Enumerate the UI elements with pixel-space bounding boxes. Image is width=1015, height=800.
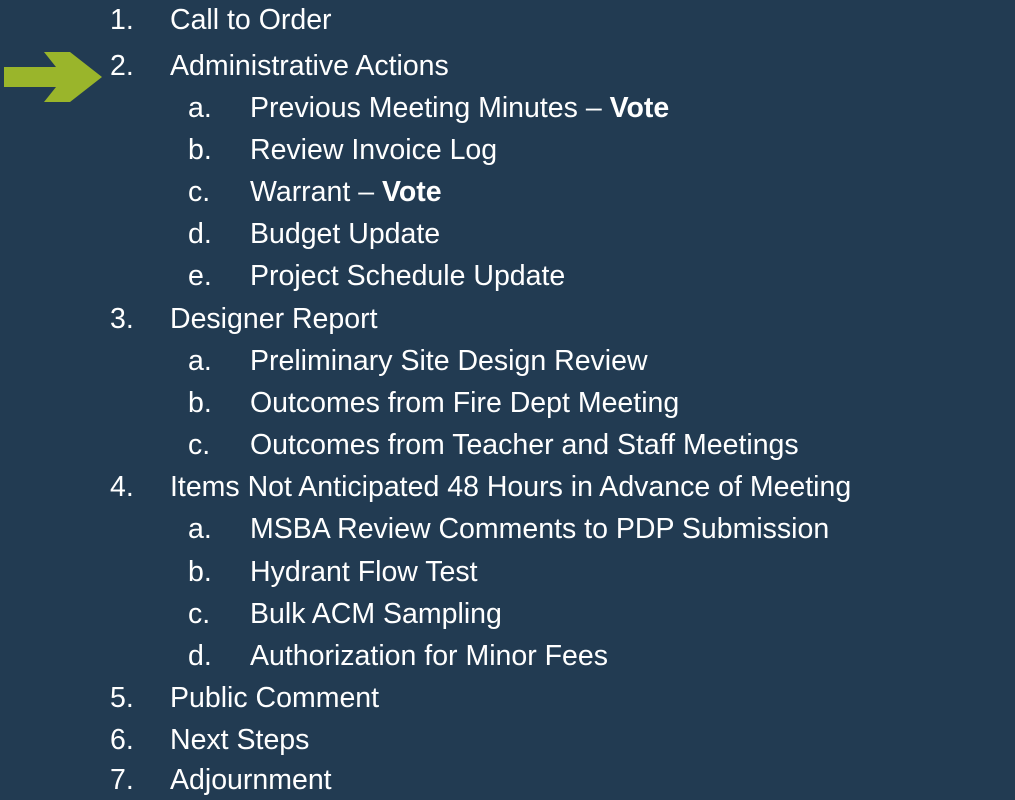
item-text: Next Steps	[170, 724, 310, 756]
item-text: Outcomes from Teacher and Staff Meetings	[250, 429, 799, 461]
item-letter: b.	[188, 556, 212, 588]
item-text: Hydrant Flow Test	[250, 556, 478, 588]
item-text: Call to Order	[170, 4, 332, 36]
item-number: 5.	[110, 682, 134, 714]
item-text-group: Warrant – Vote	[250, 172, 442, 212]
item-text: Adjournment	[170, 764, 332, 796]
item-text: Preliminary Site Design Review	[250, 345, 648, 377]
item-letter: c.	[188, 176, 211, 208]
item-letter: d.	[188, 640, 212, 672]
item-letter: b.	[188, 387, 212, 419]
item-letter: b.	[188, 134, 212, 166]
item-number: 6.	[110, 724, 134, 756]
vote-label: Vote	[609, 92, 670, 124]
item-letter: a.	[188, 345, 212, 377]
item-text: Warrant –	[250, 176, 382, 208]
vote-label: Vote	[381, 176, 442, 208]
item-letter: d.	[188, 218, 212, 250]
item-text: Budget Update	[250, 218, 441, 250]
item-text-group: Previous Meeting Minutes – Vote	[250, 88, 669, 128]
item-number: 1.	[110, 4, 134, 36]
item-text: Bulk ACM Sampling	[250, 598, 502, 630]
item-text: Items Not Anticipated 48 Hours in Advanc…	[170, 471, 852, 503]
item-text: Project Schedule Update	[250, 260, 566, 292]
item-letter: a.	[188, 92, 212, 124]
item-number: 2.	[110, 50, 134, 82]
item-text: Administrative Actions	[170, 50, 449, 82]
item-text: Public Comment	[170, 682, 380, 714]
item-text: Review Invoice Log	[250, 134, 498, 166]
item-number: 4.	[110, 471, 134, 503]
item-letter: e.	[188, 260, 212, 292]
item-number: 7.	[110, 764, 134, 796]
item-letter: a.	[188, 513, 212, 545]
item-text: Previous Meeting Minutes –	[250, 92, 610, 124]
item-text: Authorization for Minor Fees	[250, 640, 608, 672]
item-letter: c.	[188, 429, 211, 461]
item-text: Outcomes from Fire Dept Meeting	[250, 387, 680, 419]
item-letter: c.	[188, 598, 211, 630]
item-text: MSBA Review Comments to PDP Submission	[250, 513, 830, 545]
arrow-right-icon	[4, 52, 102, 102]
item-text: Designer Report	[170, 303, 378, 335]
item-number: 3.	[110, 303, 134, 335]
